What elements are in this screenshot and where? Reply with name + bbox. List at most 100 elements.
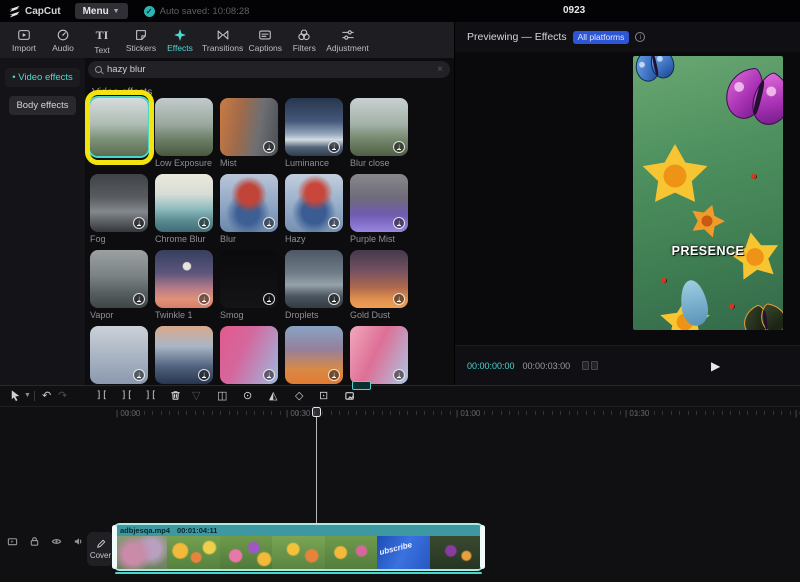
effect-card[interactable]: ↓ <box>220 326 278 385</box>
effect-card[interactable]: ↓Luminance <box>285 98 343 169</box>
effect-thumbnail[interactable]: ↓ <box>90 326 148 384</box>
tab-effects[interactable]: Effects <box>161 23 199 57</box>
split-left-button[interactable]: ][ <box>96 388 107 404</box>
tab-filters[interactable]: Filters <box>285 23 323 57</box>
tab-adjustment[interactable]: Adjustment <box>324 23 371 57</box>
download-icon[interactable]: ↓ <box>263 217 275 229</box>
preview-video[interactable]: PRESENCE <box>633 56 783 330</box>
crop-button[interactable]: ⊡ <box>319 388 328 404</box>
rotate-button[interactable]: ◇ <box>295 388 303 404</box>
effect-card[interactable] <box>90 98 148 169</box>
effect-card[interactable]: ↓Smog <box>220 250 278 321</box>
effect-thumbnail[interactable]: ↓ <box>155 250 213 308</box>
effect-thumbnail[interactable]: ↓ <box>90 174 148 232</box>
cover-button[interactable]: Cover <box>87 532 114 566</box>
play-button[interactable]: ▶ <box>711 359 720 373</box>
effect-thumbnail[interactable] <box>155 98 213 156</box>
speed-button[interactable]: ⊙ <box>243 388 252 404</box>
effect-thumbnail[interactable]: ↓ <box>350 174 408 232</box>
effect-thumbnail[interactable]: ↓ <box>90 250 148 308</box>
effect-thumbnail[interactable]: ↓ <box>155 326 213 384</box>
effect-thumbnail[interactable]: ↓ <box>220 250 278 308</box>
undo-button[interactable]: ↶ <box>42 388 51 404</box>
redo-button[interactable]: ↷ <box>58 388 67 404</box>
flip-button[interactable]: ◭ <box>269 388 277 404</box>
effect-thumbnail[interactable]: ↓ <box>285 326 343 384</box>
effect-thumbnail[interactable]: ↓ <box>350 250 408 308</box>
search-input[interactable] <box>107 64 432 75</box>
lock-icon[interactable] <box>29 536 40 547</box>
effect-card[interactable]: ↓Hazy <box>285 174 343 245</box>
clip-left-handle[interactable] <box>112 525 117 569</box>
download-icon[interactable]: ↓ <box>393 369 405 381</box>
effect-card[interactable]: ↓Gold Dust <box>350 250 408 321</box>
split-right-button[interactable]: ][ <box>145 388 156 404</box>
search-bar[interactable]: × <box>88 61 450 78</box>
download-icon[interactable]: ↓ <box>263 293 275 305</box>
effect-card[interactable]: ↓ <box>90 326 148 385</box>
effect-thumbnail[interactable]: ↓ <box>285 250 343 308</box>
effect-card[interactable]: ↓Blur <box>220 174 278 245</box>
menu-button[interactable]: Menu ▼ <box>75 3 128 19</box>
effect-thumbnail[interactable] <box>90 98 148 156</box>
tab-audio[interactable]: Audio <box>44 23 82 57</box>
download-icon[interactable]: ↓ <box>393 293 405 305</box>
effect-card[interactable]: ↓Chrome Blur <box>155 174 213 245</box>
download-icon[interactable]: ↓ <box>328 369 340 381</box>
download-icon[interactable]: ↓ <box>263 141 275 153</box>
effect-card[interactable]: ↓Mist <box>220 98 278 169</box>
download-icon[interactable]: ↓ <box>133 293 145 305</box>
download-icon[interactable]: ↓ <box>328 293 340 305</box>
tab-text[interactable]: TIText <box>83 23 121 57</box>
frame-step-icons[interactable] <box>582 357 598 375</box>
effect-thumbnail[interactable]: ↓ <box>350 98 408 156</box>
effect-card[interactable]: ↓Droplets <box>285 250 343 321</box>
effect-card[interactable]: ↓Vapor <box>90 250 148 321</box>
effect-card[interactable]: ↓ <box>285 326 343 385</box>
clip-right-handle[interactable] <box>480 525 485 569</box>
download-icon[interactable]: ↓ <box>328 217 340 229</box>
delete-button[interactable] <box>169 388 182 404</box>
tab-import[interactable]: Import <box>5 23 43 57</box>
platform-badge[interactable]: All platforms <box>573 31 630 44</box>
download-icon[interactable]: ↓ <box>133 217 145 229</box>
mute-icon[interactable] <box>73 536 84 547</box>
effect-card[interactable]: ↓Fog <box>90 174 148 245</box>
download-icon[interactable]: ↓ <box>393 217 405 229</box>
timeline-ruler[interactable]: 00:0000:3001:0001:3002:00 <box>0 406 800 422</box>
effect-card[interactable]: ↓Purple Mist <box>350 174 408 245</box>
effect-card[interactable]: ↓Twinkle 1 <box>155 250 213 321</box>
tab-stickers[interactable]: Stickers <box>122 23 160 57</box>
download-icon[interactable]: ↓ <box>198 369 210 381</box>
eye-icon[interactable] <box>51 536 62 547</box>
effect-card[interactable]: ↓ <box>155 326 213 385</box>
select-tool-button[interactable] <box>9 388 22 404</box>
ai-photo-button[interactable] <box>344 388 357 404</box>
effect-card[interactable]: ↓Blur close <box>350 98 408 169</box>
effect-thumbnail[interactable]: ↓ <box>220 98 278 156</box>
info-icon[interactable]: i <box>635 32 645 42</box>
effect-thumbnail[interactable]: ↓ <box>285 174 343 232</box>
effect-thumbnail[interactable]: ↓ <box>220 326 278 384</box>
download-icon[interactable]: ↓ <box>198 293 210 305</box>
main-track-icon[interactable] <box>7 536 18 547</box>
download-icon[interactable]: ↓ <box>263 369 275 381</box>
tab-transitions[interactable]: Transitions <box>200 23 245 57</box>
split-button[interactable]: ][ <box>121 388 132 404</box>
playhead-handle[interactable] <box>312 407 321 417</box>
download-icon[interactable]: ↓ <box>393 141 405 153</box>
download-icon[interactable]: ↓ <box>133 369 145 381</box>
mirror-button[interactable]: ◫ <box>217 388 227 404</box>
clear-search-icon[interactable]: × <box>437 65 443 75</box>
freeze-button[interactable]: ▽ <box>192 388 200 404</box>
video-clip[interactable]: adbjesqa.mp4 00:01:04:11 ubscribe <box>115 525 482 569</box>
download-icon[interactable]: ↓ <box>328 141 340 153</box>
effect-thumbnail[interactable]: ↓ <box>155 174 213 232</box>
tab-captions[interactable]: Captions <box>246 23 284 57</box>
select-tool-chevron-icon[interactable]: ▼ <box>24 388 31 404</box>
sidebar-item-video-effects[interactable]: • Video effects <box>5 68 80 87</box>
download-icon[interactable]: ↓ <box>198 217 210 229</box>
effect-card[interactable]: Low Exposure <box>155 98 213 169</box>
sidebar-item-body-effects[interactable]: Body effects <box>9 96 75 115</box>
effect-thumbnail[interactable]: ↓ <box>220 174 278 232</box>
